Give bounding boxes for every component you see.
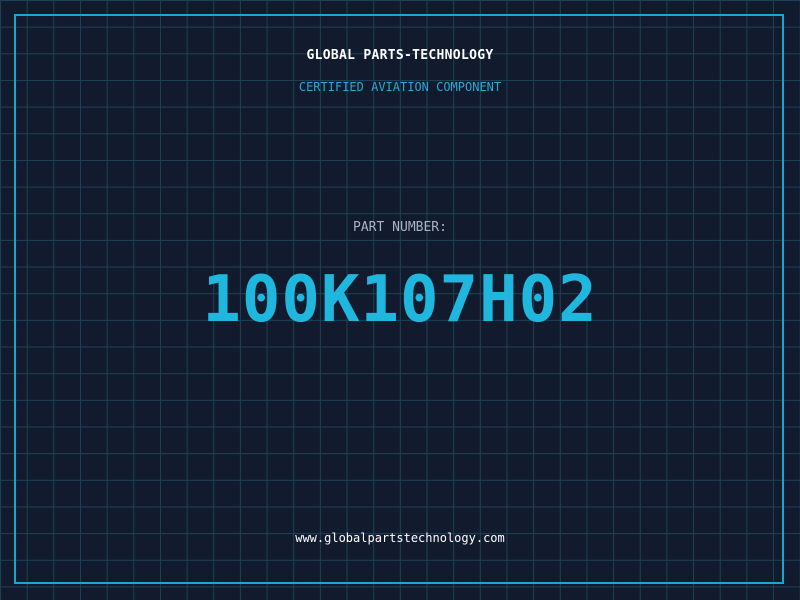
- certification-tagline: CERTIFIED AVIATION COMPONENT: [298, 80, 502, 94]
- website-url: www.globalpartstechnology.com: [295, 531, 505, 545]
- company-name: GLOBAL PARTS-TECHNOLOGY: [306, 48, 494, 63]
- part-number-value: 100K107H02: [202, 263, 598, 337]
- part-number-label: PART NUMBER:: [353, 220, 447, 235]
